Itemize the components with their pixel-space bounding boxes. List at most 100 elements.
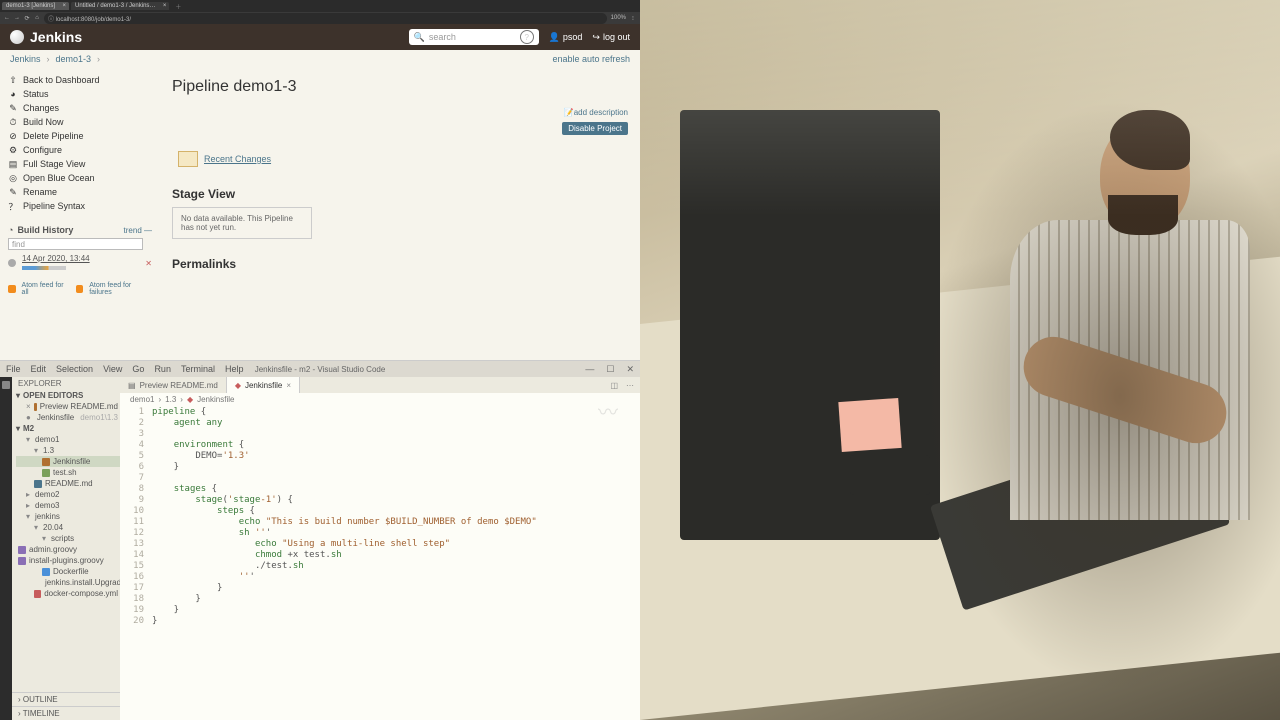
menu-item[interactable]: Help xyxy=(225,364,244,374)
reload-icon[interactable]: ⟳ xyxy=(24,15,30,22)
new-tab-button[interactable]: ＋ xyxy=(171,2,185,11)
search-input[interactable]: 🔍 search ? xyxy=(409,29,539,45)
close-icon[interactable]: × xyxy=(63,3,67,9)
stock-photo xyxy=(640,0,1280,720)
editor-tab[interactable]: ▤Preview README.md xyxy=(120,377,227,393)
logout-link[interactable]: ↪log out xyxy=(592,32,630,43)
page-title: Pipeline demo1-3 xyxy=(172,78,628,96)
menu-item[interactable]: Go xyxy=(132,364,144,374)
timeline-section[interactable]: › TIMELINE xyxy=(12,706,120,720)
outline-section[interactable]: › OUTLINE xyxy=(12,692,120,706)
chevron-icon: ▾ xyxy=(34,446,40,455)
jenkins-logo[interactable]: Jenkins xyxy=(10,29,82,45)
atom-fail-link[interactable]: Atom feed for failures xyxy=(89,282,152,296)
jenkins-logo-icon xyxy=(10,30,24,44)
menu-item[interactable]: Run xyxy=(154,364,171,374)
sidebar-item[interactable]: ⚙Configure xyxy=(8,143,152,157)
sidebar-item[interactable]: ▤Full Stage View xyxy=(8,157,152,171)
back-icon[interactable]: ← xyxy=(4,15,10,21)
file-icon xyxy=(18,557,26,565)
tree-item[interactable]: Jenkinsfile xyxy=(16,456,120,467)
build-ball-icon xyxy=(8,259,16,267)
menu-item[interactable]: File xyxy=(6,364,21,374)
maximize-icon[interactable]: ☐ xyxy=(606,364,614,375)
tree-item[interactable]: jenkins.install.Upgrade… xyxy=(16,577,120,588)
tree-item[interactable]: install-plugins.groovy xyxy=(16,555,120,566)
open-editor-item[interactable]: ●Jenkinsfiledemo1\1.3 xyxy=(16,412,120,423)
sidebar-item[interactable]: ◕Status xyxy=(8,87,152,101)
menu-item[interactable]: Terminal xyxy=(181,364,215,374)
close-icon[interactable]: × xyxy=(286,381,291,390)
tree-item[interactable]: Dockerfile xyxy=(16,566,120,577)
menu-item[interactable]: Selection xyxy=(56,364,93,374)
forward-icon[interactable]: → xyxy=(14,15,20,21)
build-history-entry[interactable]: 14 Apr 2020, 13:44 ✕ xyxy=(8,254,152,272)
tree-item[interactable]: ▾1.3 xyxy=(16,445,120,456)
sidebar-item[interactable]: ◎Open Blue Ocean xyxy=(8,171,152,185)
auto-refresh-link[interactable]: enable auto refresh xyxy=(552,54,630,64)
tree-item[interactable]: ▾scripts xyxy=(16,533,120,544)
sidebar-item[interactable]: ⏱Build Now xyxy=(8,115,152,129)
tree-item[interactable]: README.md xyxy=(16,478,120,489)
tree-item[interactable]: ▸demo2 xyxy=(16,489,120,500)
tree-item[interactable]: admin.groovy xyxy=(16,544,120,555)
open-editor-item[interactable]: ×Preview README.md xyxy=(16,401,120,412)
tree-item[interactable]: ▾jenkins xyxy=(16,511,120,522)
browser-tab[interactable]: Untitled / demo1-3 / Jenkins…× xyxy=(71,2,169,10)
help-icon[interactable]: ? xyxy=(520,30,534,44)
vscode-sidebar: EXPLORER ▾OPEN EDITORS ×Preview README.m… xyxy=(12,377,120,720)
file-icon xyxy=(42,568,50,576)
tree-item[interactable]: ▾demo1 xyxy=(16,434,120,445)
trend-link[interactable]: trend — xyxy=(124,226,152,235)
editor-breadcrumb[interactable]: demo1 › 1.3 › ◆ Jenkinsfile xyxy=(120,393,640,405)
tree-item[interactable]: test.sh xyxy=(16,467,120,478)
vscode-window: File Edit Selection View Go Run Terminal Help J… xyxy=(0,360,640,720)
sidebar-item[interactable]: ✎Rename xyxy=(8,185,152,199)
open-editors-section[interactable]: ▾OPEN EDITORS xyxy=(12,390,120,401)
workspace-root[interactable]: ▾M2 xyxy=(12,423,120,434)
home-icon[interactable]: ⌂ xyxy=(34,15,40,21)
close-icon[interactable]: × xyxy=(163,3,167,9)
more-icon[interactable]: ⋯ xyxy=(626,381,634,390)
add-description-link[interactable]: 📝add description xyxy=(564,108,628,117)
split-editor-icon[interactable]: ◫ xyxy=(610,381,618,390)
file-icon: ▤ xyxy=(128,381,136,390)
browser-tab[interactable]: demo1-3 [Jenkins]× xyxy=(2,2,69,10)
tree-item[interactable]: docker-compose.yml xyxy=(16,588,120,599)
sidebar-item[interactable]: ？Pipeline Syntax xyxy=(8,199,152,213)
sidebar-item[interactable]: ⇧Back to Dashboard xyxy=(8,73,152,87)
close-icon[interactable]: × xyxy=(26,402,31,411)
editor-tab[interactable]: ◆Jenkinsfile× xyxy=(227,377,300,393)
file-icon xyxy=(42,458,50,466)
crumb-jenkins[interactable]: Jenkins xyxy=(10,54,41,64)
code-editor[interactable]: 1 2 3 4 5 6 7 8 9 10 11 12 13 14 15 16 1… xyxy=(120,405,640,720)
sidebar-item[interactable]: ✎Changes xyxy=(8,101,152,115)
stage-view-heading: Stage View xyxy=(172,187,628,201)
close-icon[interactable]: ● xyxy=(26,413,31,422)
activity-bar[interactable] xyxy=(0,377,12,720)
extensions-icon[interactable]: ⁝ xyxy=(630,15,636,22)
address-bar[interactable]: ⓘ localhost:8080/job/demo1-3/ xyxy=(44,13,607,24)
explorer-icon[interactable] xyxy=(2,381,10,389)
browser-tab-strip: demo1-3 [Jenkins]× Untitled / demo1-3 / … xyxy=(0,0,640,12)
chevron-icon: ▸ xyxy=(26,501,32,510)
close-icon[interactable]: ✕ xyxy=(626,364,634,375)
minimap[interactable] xyxy=(598,407,638,447)
file-icon: ◆ xyxy=(235,381,241,390)
logout-icon: ↪ xyxy=(592,32,600,43)
menu-item[interactable]: View xyxy=(103,364,122,374)
minimize-icon[interactable]: — xyxy=(585,364,594,375)
recent-changes-link[interactable]: Recent Changes xyxy=(204,154,271,164)
crumb-job[interactable]: demo1-3 xyxy=(56,54,92,64)
tree-item[interactable]: ▸demo3 xyxy=(16,500,120,511)
disable-project-button[interactable]: Disable Project xyxy=(562,122,628,135)
user-link[interactable]: 👤psod xyxy=(549,32,583,43)
sidebar-item[interactable]: ⊘Delete Pipeline xyxy=(8,129,152,143)
chevron-icon: ▾ xyxy=(42,534,48,543)
delete-icon: ⊘ xyxy=(8,131,18,141)
build-history-find[interactable]: find xyxy=(8,238,143,250)
delete-build-icon[interactable]: ✕ xyxy=(145,259,152,268)
menu-item[interactable]: Edit xyxy=(31,364,47,374)
atom-all-link[interactable]: Atom feed for all xyxy=(22,282,70,296)
tree-item[interactable]: ▾20.04 xyxy=(16,522,120,533)
